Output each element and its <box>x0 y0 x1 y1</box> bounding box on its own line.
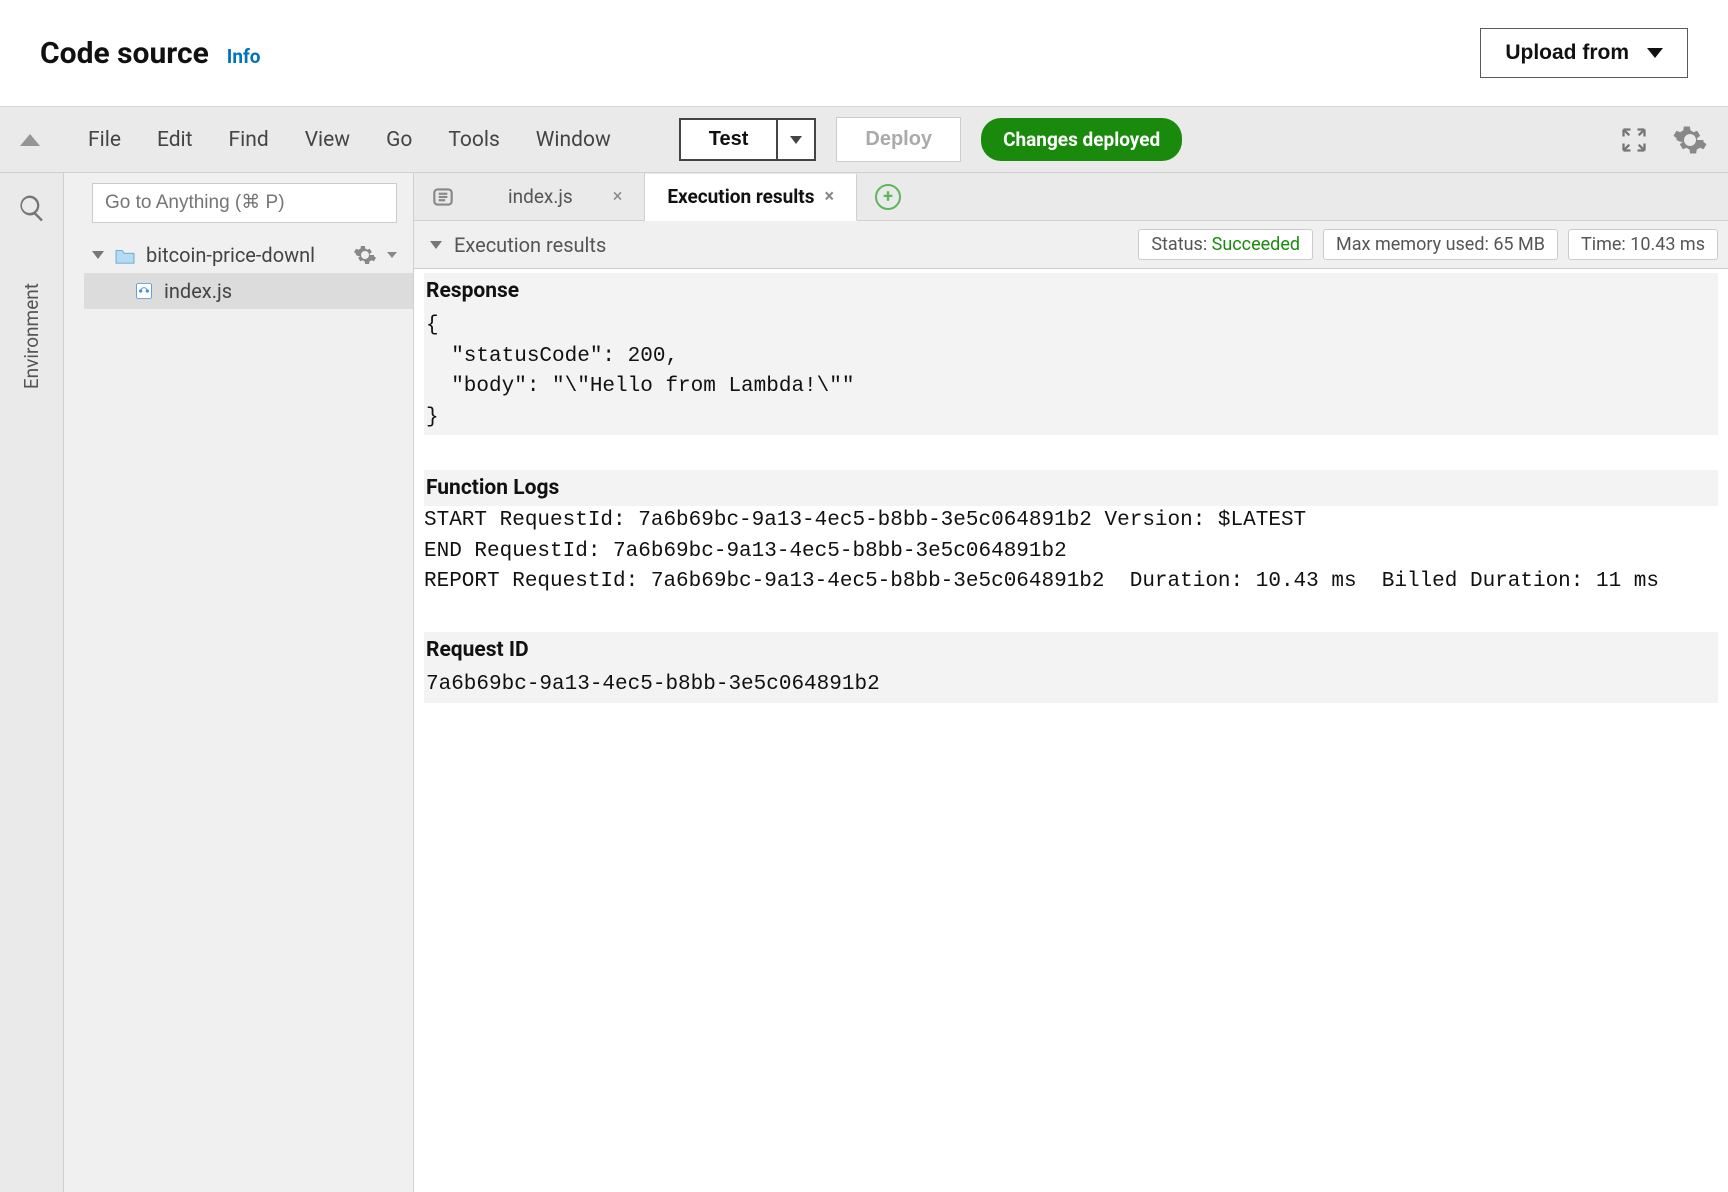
menu-find[interactable]: Find <box>211 124 287 156</box>
deploy-status-badge: Changes deployed <box>981 118 1182 161</box>
menu-go[interactable]: Go <box>368 124 430 156</box>
gear-icon[interactable] <box>353 243 377 267</box>
caret-down-icon <box>92 251 104 259</box>
header: Code source Info Upload from <box>0 0 1728 107</box>
caret-down-icon <box>790 136 802 144</box>
caret-down-icon <box>387 252 397 258</box>
tree-file-indexjs[interactable]: index.js <box>84 273 413 309</box>
tab-execution-results[interactable]: Execution results × <box>645 174 857 221</box>
tree-file-label: index.js <box>164 279 232 303</box>
status-pill: Status: Succeeded <box>1138 229 1313 260</box>
close-icon[interactable]: × <box>825 186 835 207</box>
tab-indexjs[interactable]: index.js × <box>486 173 645 220</box>
results-header-label: Execution results <box>454 233 606 257</box>
caret-down-icon <box>1647 48 1663 58</box>
folder-icon <box>114 246 136 264</box>
gear-icon[interactable] <box>1672 122 1708 158</box>
menu-tools[interactable]: Tools <box>430 124 517 156</box>
spacer <box>424 435 1718 465</box>
js-file-icon <box>134 281 154 301</box>
results-header: Execution results Status: Succeeded Max … <box>414 221 1728 269</box>
toolbar: File Edit Find View Go Tools Window Test… <box>0 107 1728 173</box>
menu-window[interactable]: Window <box>518 124 629 156</box>
tree-folder-root[interactable]: bitcoin-price-downlo <box>84 237 413 273</box>
menu-file[interactable]: File <box>70 124 139 156</box>
deploy-button[interactable]: Deploy <box>836 117 961 162</box>
close-icon[interactable]: × <box>613 186 623 207</box>
upload-label: Upload from <box>1505 41 1629 65</box>
info-link[interactable]: Info <box>227 45 261 68</box>
request-id-title: Request ID <box>424 632 1718 668</box>
logs-body: START RequestId: 7a6b69bc-9a13-4ec5-b8bb… <box>424 506 1718 597</box>
scroll-icon[interactable] <box>430 184 456 210</box>
environment-label[interactable]: Environment <box>20 263 43 409</box>
collapse-icon[interactable] <box>20 134 40 146</box>
search-icon[interactable] <box>17 193 47 223</box>
tabs-row: index.js × Execution results × + <box>414 173 1728 221</box>
test-dropdown-button[interactable] <box>778 118 816 161</box>
response-title: Response <box>424 273 1718 309</box>
file-tree: bitcoin-price-downlo index.js <box>64 237 413 309</box>
sidebar: bitcoin-price-downlo index.js <box>64 173 414 1192</box>
request-id-value: 7a6b69bc-9a13-4ec5-b8bb-3e5c064891b2 <box>424 668 1718 702</box>
fullscreen-icon[interactable] <box>1620 126 1648 154</box>
editor-area: index.js × Execution results × + Executi… <box>414 173 1728 1192</box>
tab-label: index.js <box>508 185 573 208</box>
menu-view[interactable]: View <box>287 124 368 156</box>
output-pane: Response { "statusCode": 200, "body": "\… <box>414 269 1728 713</box>
page-title: Code source <box>40 36 209 71</box>
caret-down-icon[interactable] <box>430 241 442 249</box>
tree-folder-label: bitcoin-price-downlo <box>146 243 316 267</box>
spacer <box>424 597 1718 627</box>
memory-pill: Max memory used: 65 MB <box>1323 229 1558 260</box>
upload-from-button[interactable]: Upload from <box>1480 28 1688 78</box>
test-button[interactable]: Test <box>679 118 779 161</box>
time-pill: Time: 10.43 ms <box>1568 229 1718 260</box>
goto-input[interactable] <box>92 183 397 223</box>
response-body: { "statusCode": 200, "body": "\"Hello fr… <box>424 309 1718 435</box>
left-rail: Environment <box>0 173 64 1192</box>
tab-label: Execution results <box>667 185 814 208</box>
add-tab-button[interactable]: + <box>875 184 901 210</box>
menu-edit[interactable]: Edit <box>139 124 211 156</box>
logs-title: Function Logs <box>424 470 1718 506</box>
